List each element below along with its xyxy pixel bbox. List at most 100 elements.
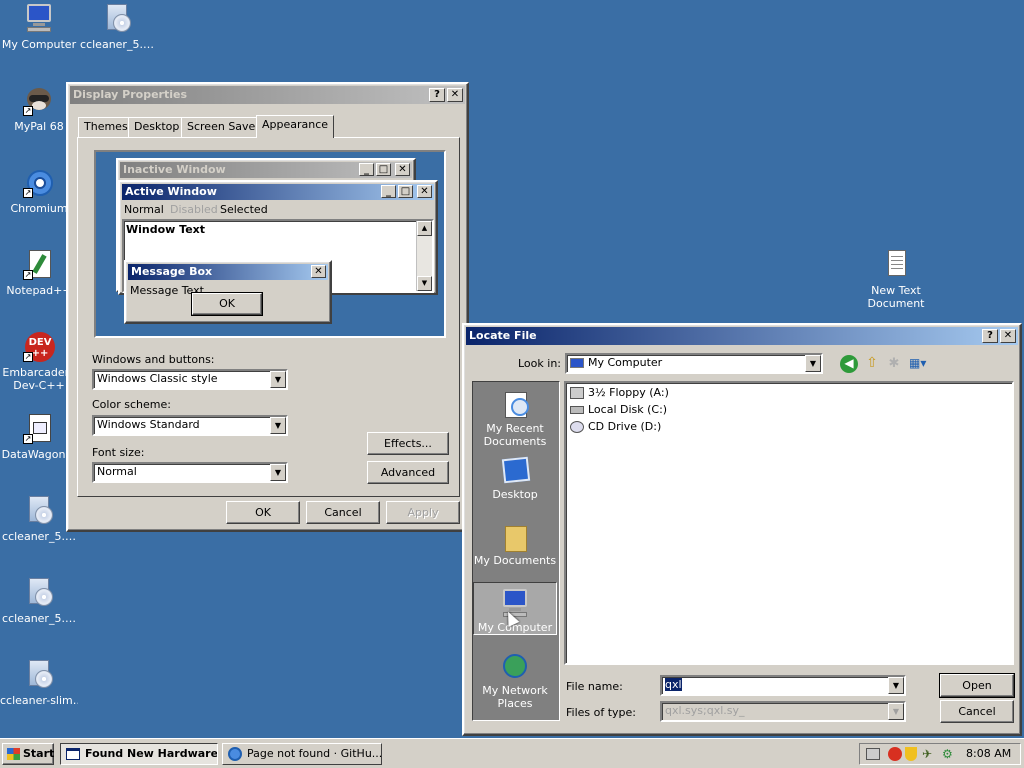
chevron-down-icon[interactable]: ▼ <box>805 355 821 372</box>
list-item-cd-drive[interactable]: CD Drive (D:) <box>570 419 661 435</box>
maximize-icon: □ <box>398 185 413 198</box>
text-document-icon <box>880 248 912 280</box>
open-button[interactable]: Open <box>939 673 1015 698</box>
taskbar: Start Found New Hardware... Page not fou… <box>0 738 1024 768</box>
color-scheme-value: Windows Standard <box>97 418 200 431</box>
locate-file-dialog: Locate File ? ✕ Look in: My Computer ▼ ◀… <box>462 323 1022 736</box>
system-tray: ✈ ⚙ 8:08 AM <box>859 743 1021 765</box>
color-scheme-select[interactable]: Windows Standard ▼ <box>92 415 288 436</box>
list-item-floppy[interactable]: 3½ Floppy (A:) <box>570 385 669 401</box>
title-bar[interactable]: Locate File ? ✕ <box>466 327 1018 345</box>
network-tray-icon[interactable]: ✈ <box>922 747 938 761</box>
desktop-icon-label-line2: Document <box>867 297 925 310</box>
place-label-line1: My Recent <box>486 422 544 435</box>
title-bar[interactable]: Display Properties ? ✕ <box>70 86 465 104</box>
tab-themes[interactable]: Themes <box>78 117 134 137</box>
advanced-button[interactable]: Advanced <box>367 461 449 484</box>
list-item-label: Local Disk (C:) <box>588 403 668 416</box>
place-my-computer[interactable]: My Computer <box>473 582 557 635</box>
chevron-down-icon[interactable]: ▼ <box>270 464 286 481</box>
desktop-icon-ccleaner-slim[interactable]: ccleaner-slim… <box>0 658 78 707</box>
look-in-label: Look in: <box>518 357 561 370</box>
ccleaner-tray-icon[interactable] <box>888 747 902 761</box>
help-button[interactable]: ? <box>982 329 998 343</box>
place-label-line2: Places <box>497 697 533 710</box>
cancel-button[interactable]: Cancel <box>940 700 1014 723</box>
new-folder-icon[interactable]: ✱ <box>885 355 903 373</box>
windows-logo-icon <box>7 748 20 760</box>
installer-icon <box>101 2 133 34</box>
list-item-local-disk[interactable]: Local Disk (C:) <box>570 402 667 418</box>
list-item-label: CD Drive (D:) <box>588 420 662 433</box>
list-item-label: 3½ Floppy (A:) <box>588 386 669 399</box>
close-button[interactable]: ✕ <box>1000 329 1016 343</box>
effects-button[interactable]: Effects... <box>367 432 449 455</box>
look-in-select[interactable]: My Computer ▼ <box>565 353 823 374</box>
file-name-input[interactable]: qxl ▼ <box>660 675 906 696</box>
place-desktop[interactable]: Desktop <box>473 450 557 501</box>
desktop-icon <box>499 454 531 486</box>
computer-icon <box>23 2 55 34</box>
start-button[interactable]: Start <box>2 743 54 765</box>
hard-disk-icon <box>570 406 584 414</box>
up-folder-icon[interactable]: ⇧ <box>863 355 881 373</box>
desktop-icon-new-text-document[interactable]: New Text Document <box>857 248 935 310</box>
hardware-tray-icon[interactable]: ⚙ <box>942 747 958 761</box>
clock[interactable]: 8:08 AM <box>966 746 1011 762</box>
color-scheme-label: Color scheme: <box>92 398 171 411</box>
window-icon <box>66 748 80 760</box>
windows-buttons-select[interactable]: Windows Classic style ▼ <box>92 369 288 390</box>
chevron-down-icon[interactable]: ▼ <box>888 677 904 694</box>
close-icon: ✕ <box>311 265 326 278</box>
preview-menu-normal: Normal <box>124 203 164 216</box>
desktop-icon-label: ccleaner_5.… <box>80 38 154 51</box>
chevron-down-icon[interactable]: ▼ <box>888 703 904 720</box>
folder-icon <box>499 520 531 552</box>
desktop-icon-ccleaner-1[interactable]: ccleaner_5.… <box>78 2 156 51</box>
place-my-documents[interactable]: My Documents <box>473 516 557 567</box>
display-properties-window: Display Properties ? ✕ Themes Desktop Sc… <box>66 82 469 532</box>
preview-menu-selected: Selected <box>220 203 268 216</box>
ok-button[interactable]: OK <box>226 501 300 524</box>
files-of-type-select[interactable]: qxl.sys;qxl.sy_ ▼ <box>660 701 906 722</box>
close-button[interactable]: ✕ <box>447 88 463 102</box>
look-in-value: My Computer <box>588 356 663 369</box>
start-label: Start <box>23 747 55 760</box>
windows-buttons-label: Windows and buttons: <box>92 353 215 366</box>
keyboard-icon[interactable] <box>866 748 880 760</box>
preview-msgbox-title: Message Box ✕ <box>128 264 328 280</box>
close-icon: ✕ <box>417 185 432 198</box>
place-label-line2: Documents <box>483 435 547 448</box>
cancel-button[interactable]: Cancel <box>306 501 380 524</box>
views-menu-icon[interactable]: ▦▾ <box>909 355 933 373</box>
scroll-up-icon: ▲ <box>417 221 432 236</box>
place-label: Desktop <box>492 488 538 501</box>
place-my-recent-documents[interactable]: My Recent Documents <box>473 384 557 448</box>
font-size-select[interactable]: Normal ▼ <box>92 462 288 483</box>
security-shield-icon[interactable] <box>905 747 917 761</box>
mypal-icon: ↗ <box>23 84 55 116</box>
files-of-type-label: Files of type: <box>566 706 637 719</box>
scroll-down-icon: ▼ <box>417 276 432 291</box>
preview-window-text: Window Text <box>126 223 206 236</box>
taskbar-button-found-new-hardware[interactable]: Found New Hardware... <box>60 743 218 765</box>
desktop-icon-my-computer[interactable]: My Computer <box>0 2 78 51</box>
chevron-down-icon[interactable]: ▼ <box>270 371 286 388</box>
desktop-icon-ccleaner-3[interactable]: ccleaner_5.… <box>0 576 78 625</box>
installer-icon <box>23 494 55 526</box>
place-my-network-places[interactable]: My Network Places <box>473 646 557 710</box>
file-name-label: File name: <box>566 680 623 693</box>
apply-button[interactable]: Apply <box>386 501 460 524</box>
taskbar-button-label: Page not found · GitHu... <box>247 747 382 760</box>
tab-screen-saver[interactable]: Screen Saver <box>181 117 266 137</box>
back-icon[interactable]: ◀ <box>840 355 858 373</box>
taskbar-button-github[interactable]: Page not found · GitHu... <box>222 743 382 765</box>
tab-panel: Inactive Window _ □ ✕ Active Window _ □ … <box>77 137 460 497</box>
tab-appearance[interactable]: Appearance <box>256 115 335 138</box>
chevron-down-icon[interactable]: ▼ <box>270 417 286 434</box>
font-size-label: Font size: <box>92 446 145 459</box>
file-list[interactable]: 3½ Floppy (A:) Local Disk (C:) CD Drive … <box>564 381 1014 665</box>
help-button[interactable]: ? <box>429 88 445 102</box>
cd-drive-icon <box>570 421 584 433</box>
tab-desktop[interactable]: Desktop <box>128 117 186 137</box>
